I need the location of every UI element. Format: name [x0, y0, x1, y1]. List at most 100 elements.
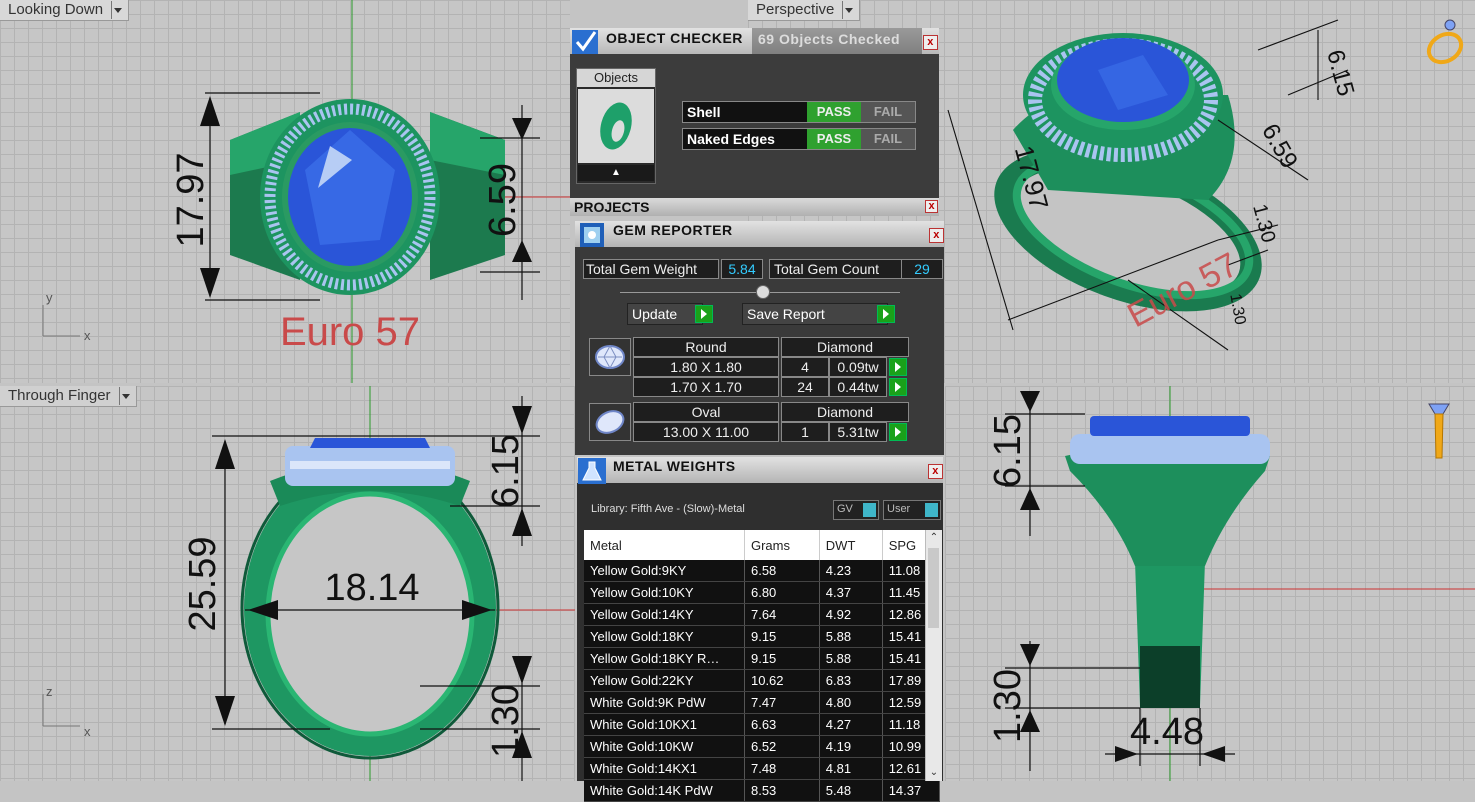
table-row[interactable]: White Gold:9K PdW 7.47 4.80 12.59	[584, 691, 941, 714]
close-icon[interactable]: x	[929, 228, 944, 243]
viewport-label-perspective[interactable]: Perspective	[748, 0, 861, 21]
gem-count: 4	[781, 357, 829, 377]
side-view-drawing: 6.15 1.30 4.48	[987, 386, 1475, 781]
pass-button[interactable]: PASS	[807, 102, 861, 122]
fail-button[interactable]: FAIL	[861, 102, 915, 122]
table-cell: 5.88	[819, 647, 883, 670]
table-cell: 4.80	[819, 691, 883, 714]
metal-weights-titlebar[interactable]: METAL WEIGHTS x	[577, 457, 943, 484]
gem-reporter-title: GEM REPORTER	[613, 222, 733, 238]
table-cell: White Gold:9K PdW	[584, 691, 745, 714]
naked-edges-check-row: Naked Edges PASS FAIL	[682, 128, 916, 150]
chevron-down-icon[interactable]	[111, 1, 124, 19]
viewport-front[interactable]: 25.59 18.14 6.15 1.30 z x Through Finger	[0, 386, 575, 781]
update-button[interactable]: Update	[627, 303, 703, 325]
table-cell: 7.64	[744, 603, 820, 626]
top-stone-dimension: 6.59	[482, 163, 524, 237]
table-cell: Yellow Gold:18KY R…	[584, 647, 745, 670]
table-row[interactable]: Yellow Gold:9KY 6.58 4.23 11.08	[584, 560, 941, 582]
scrollbar-thumb[interactable]	[928, 548, 939, 628]
table-row[interactable]: White Gold:10KX1 6.63 4.27 11.18	[584, 713, 941, 736]
table-cell: 7.48	[744, 757, 820, 780]
table-row[interactable]: Yellow Gold:22KY 10.62 6.83 17.89	[584, 669, 941, 692]
table-cell: White Gold:10KW	[584, 735, 745, 758]
close-icon[interactable]: x	[925, 200, 938, 213]
viewport-label-text: Through Finger	[8, 387, 111, 404]
table-cell: 6.83	[819, 669, 883, 692]
close-icon[interactable]: x	[928, 464, 943, 479]
object-checker-titlebar[interactable]: OBJECT CHECKER 69 Objects Checked x	[570, 28, 939, 54]
table-scrollbar[interactable]: ⌃ ⌄	[925, 530, 942, 781]
chevron-up-icon[interactable]: ⌃	[926, 530, 942, 546]
objects-thumbnail-box[interactable]: Objects ▲	[576, 68, 656, 184]
close-icon[interactable]: x	[923, 35, 938, 50]
chevron-down-icon[interactable]: ⌄	[926, 765, 942, 781]
table-cell: Yellow Gold:10KY	[584, 581, 745, 604]
table-cell: 4.37	[819, 581, 883, 604]
table-row[interactable]: White Gold:10KW 6.52 4.19 10.99	[584, 735, 941, 758]
pass-button[interactable]: PASS	[807, 129, 861, 149]
axis-y-label: y	[46, 290, 53, 305]
chevron-down-icon[interactable]	[118, 387, 132, 405]
total-gem-count-value: 29	[901, 259, 943, 279]
table-cell: 9.15	[744, 647, 820, 670]
column-header[interactable]: DWT	[819, 530, 883, 560]
fail-button[interactable]: FAIL	[861, 129, 915, 149]
table-cell: 5.88	[819, 625, 883, 648]
table-row[interactable]: White Gold:14K PdW 8.53 5.48 14.37	[584, 779, 941, 802]
gem-size: 1.70 X 1.70	[633, 377, 779, 397]
gem-shape-round: Round	[633, 337, 779, 357]
table-row[interactable]: White Gold:14KX1 7.48 4.81 12.61	[584, 757, 941, 780]
gem-weight: 0.44tw	[829, 377, 887, 397]
gem-material: Diamond	[781, 337, 909, 357]
viewport-label-front[interactable]: Through Finger	[0, 386, 137, 407]
table-row[interactable]: Yellow Gold:10KY 6.80 4.37 11.45	[584, 581, 941, 604]
objects-checked-status: 69 Objects Checked	[752, 28, 922, 54]
gem-setting-icon[interactable]	[1428, 403, 1450, 459]
gem-reporter-titlebar[interactable]: GEM REPORTER x	[575, 221, 944, 247]
table-cell: 4.19	[819, 735, 883, 758]
ring-size-label: Euro 57	[280, 310, 420, 354]
front-view-drawing: 25.59 18.14 6.15 1.30 z x	[42, 386, 575, 781]
viewport-label-text: Perspective	[756, 1, 835, 18]
metal-library-label: Library: Fifth Ave - (Slow)-Metal	[591, 503, 745, 515]
play-arrow-icon[interactable]	[889, 378, 907, 396]
metal-weights-title: METAL WEIGHTS	[613, 458, 736, 474]
table-cell: Yellow Gold:9KY	[584, 560, 745, 582]
axis-x-label: x	[84, 328, 91, 343]
viewport-label-text: Looking Down	[8, 1, 104, 18]
table-cell: 6.58	[744, 560, 820, 582]
table-cell: 4.92	[819, 603, 883, 626]
play-arrow-icon[interactable]	[889, 423, 907, 441]
viewport-top[interactable]: 17.97 6.59 Euro 57 y x Looking Down	[0, 0, 570, 383]
table-row[interactable]: Yellow Gold:18KY 9.15 5.88 15.41	[584, 625, 941, 648]
table-cell: Yellow Gold:22KY	[584, 669, 745, 692]
chevron-down-icon[interactable]	[842, 1, 855, 19]
axis-z-label: z	[46, 684, 53, 699]
toggle-icon[interactable]	[863, 503, 876, 517]
chevron-up-icon[interactable]: ▲	[578, 165, 654, 181]
slider-handle[interactable]	[756, 285, 770, 299]
ring-preview-icon	[600, 102, 632, 150]
gv-toggle[interactable]: GV	[833, 500, 879, 520]
gem-size: 1.80 X 1.80	[633, 357, 779, 377]
viewport-label-top[interactable]: Looking Down	[0, 0, 130, 21]
ring-icon[interactable]	[1424, 19, 1466, 68]
projects-panel[interactable]: PROJECTS x	[570, 198, 939, 216]
viewport-side[interactable]: 6.15 1.30 4.48	[945, 386, 1475, 781]
play-arrow-icon[interactable]	[877, 305, 895, 323]
table-cell: 4.81	[819, 757, 883, 780]
side-top-dimension: 6.15	[987, 414, 1029, 488]
user-toggle[interactable]: User	[883, 500, 941, 520]
column-header[interactable]: Metal	[584, 530, 745, 560]
table-row[interactable]: Yellow Gold:18KY R… 9.15 5.88 15.41	[584, 647, 941, 670]
save-report-button[interactable]: Save Report	[742, 303, 888, 325]
play-arrow-icon[interactable]	[695, 305, 713, 323]
toggle-icon[interactable]	[925, 503, 938, 517]
column-header[interactable]: Grams	[744, 530, 820, 560]
table-row[interactable]: Yellow Gold:14KY 7.64 4.92 12.86	[584, 603, 941, 626]
object-preview	[578, 89, 654, 163]
front-height-dimension: 25.59	[182, 536, 224, 631]
play-arrow-icon[interactable]	[889, 358, 907, 376]
table-cell: 6.52	[744, 735, 820, 758]
